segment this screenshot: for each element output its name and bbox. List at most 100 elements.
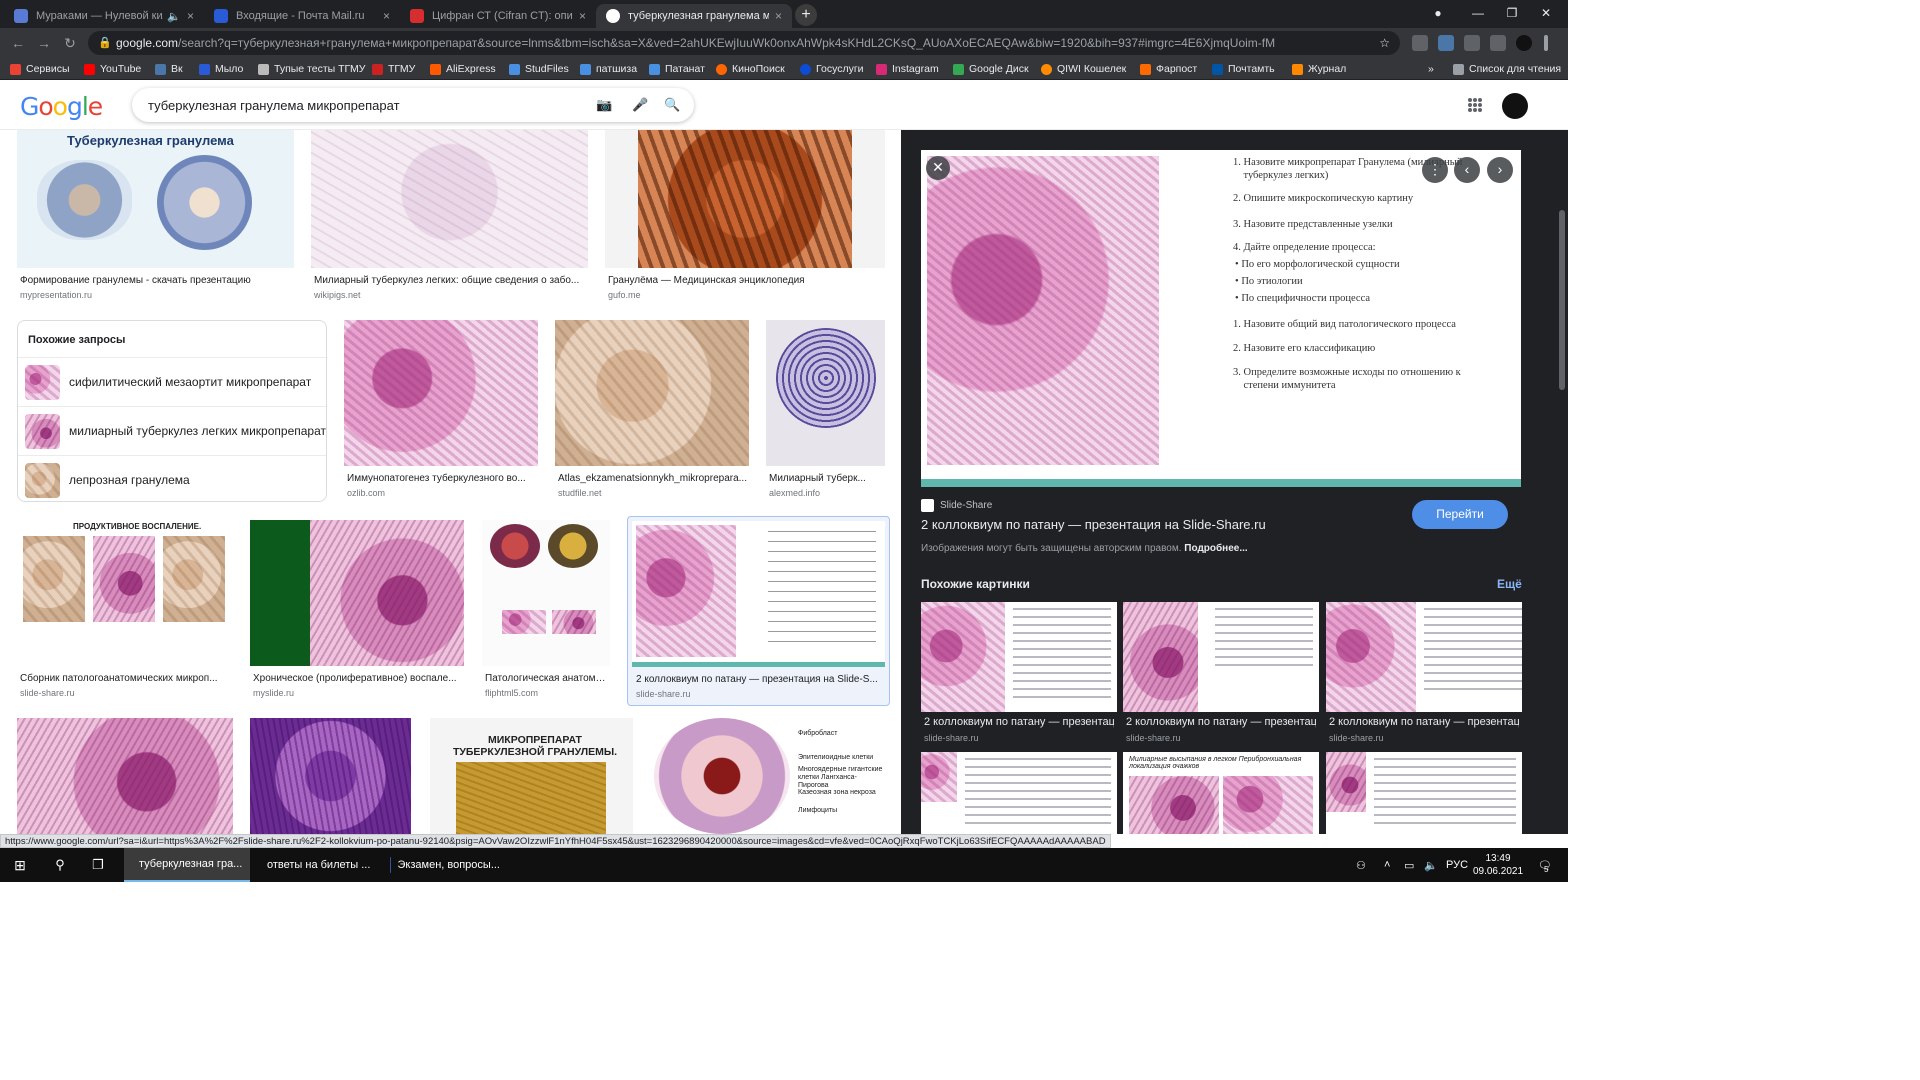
profile-icon[interactable]: ● bbox=[1418, 0, 1458, 28]
similar-thumb[interactable] bbox=[1326, 602, 1522, 712]
result-caption[interactable]: Хроническое (пролиферативное) воспале... bbox=[253, 673, 463, 684]
image-result[interactable]: Хроническое (пролиферативное) воспале...… bbox=[250, 520, 464, 702]
tab-cifran[interactable]: Цифран СТ (Cifran CT): описание × bbox=[400, 4, 596, 28]
result-caption[interactable]: Милиарный туберкулез легких: общие сведе… bbox=[314, 275, 584, 286]
bookmark-mail[interactable]: Мыло bbox=[199, 61, 243, 77]
preview-source[interactable]: Slide-Share bbox=[921, 499, 992, 512]
bookmark-services[interactable]: Сервисы bbox=[10, 61, 70, 77]
bookmark-tgmu[interactable]: ТГМУ bbox=[372, 61, 415, 77]
result-image[interactable] bbox=[250, 520, 464, 666]
close-preview-button[interactable]: ✕ bbox=[926, 156, 950, 180]
result-caption[interactable]: Патологическая анатоми... bbox=[485, 673, 609, 684]
bookmark-farpost[interactable]: Фарпост bbox=[1140, 61, 1197, 77]
result-image[interactable]: МИКРОПРЕПАРАТ ТУБЕРКУЛЕЗНОЙ ГРАНУЛЕМЫ. bbox=[430, 718, 633, 834]
preview-title-link[interactable]: 2 коллоквиум по патану — презентация на … bbox=[921, 517, 1266, 532]
image-result[interactable]: Патологическая анатоми... fliphtml5.com bbox=[482, 520, 610, 702]
bookmark-qiwi[interactable]: QIWI Кошелек bbox=[1041, 61, 1126, 77]
close-window-button[interactable]: ✕ bbox=[1526, 0, 1566, 28]
profile-avatar-icon[interactable] bbox=[1516, 35, 1532, 51]
puzzle-extension-icon[interactable] bbox=[1464, 35, 1480, 51]
bookmark-instagram[interactable]: Instagram bbox=[876, 61, 939, 77]
search-input[interactable] bbox=[148, 88, 588, 122]
google-apps-icon[interactable] bbox=[1468, 98, 1482, 112]
tab-close-icon[interactable]: × bbox=[383, 9, 390, 23]
playlist-icon[interactable] bbox=[1490, 35, 1506, 51]
search-icon[interactable]: ⚲ bbox=[50, 848, 70, 882]
bookmarks-more-button[interactable]: » bbox=[1428, 61, 1434, 77]
new-tab-button[interactable]: + bbox=[795, 4, 817, 26]
bookmark-tests[interactable]: Тупые тесты ТГМУ bbox=[258, 61, 365, 77]
related-search-label[interactable]: милиарный туберкулез легких микропрепара… bbox=[69, 424, 326, 438]
tab-close-icon[interactable]: × bbox=[775, 9, 782, 23]
taskbar-app-word-2[interactable]: Экзамен, вопросы... bbox=[382, 848, 508, 882]
result-image[interactable]: ПРОДУКТИВНОЕ ВОСПАЛЕНИЕ. bbox=[17, 520, 233, 666]
reload-button[interactable]: ↻ bbox=[60, 33, 80, 53]
result-image[interactable]: Туберкулезная гранулема bbox=[17, 130, 294, 268]
avatar[interactable] bbox=[1502, 93, 1528, 119]
shield-extension-icon[interactable] bbox=[1412, 35, 1428, 51]
result-image[interactable] bbox=[482, 520, 610, 666]
result-caption[interactable]: Иммунопатогенез туберкулезного во... bbox=[347, 473, 537, 484]
result-image[interactable]: Фибробласт Эпителиоидные клетки Многояде… bbox=[650, 718, 885, 834]
bookmark-kinopoisk[interactable]: КиноПоиск bbox=[716, 61, 785, 77]
scrollbar-thumb[interactable] bbox=[1559, 210, 1565, 390]
bookmark-pochtamt[interactable]: Почтамть bbox=[1212, 61, 1275, 77]
windows-start-icon[interactable]: ⊞ bbox=[10, 848, 30, 882]
back-button[interactable]: ← bbox=[8, 33, 28, 53]
taskbar-app-chrome[interactable]: туберкулезная гра... bbox=[124, 848, 250, 882]
result-image[interactable] bbox=[17, 718, 233, 834]
similar-caption[interactable]: 2 коллоквиум по патану — презентац... bbox=[924, 716, 1114, 728]
language-indicator[interactable]: РУС bbox=[1446, 848, 1468, 882]
tab-close-icon[interactable]: × bbox=[187, 9, 194, 23]
search-icon[interactable]: 🔍 bbox=[664, 97, 680, 113]
clock[interactable]: 13:49 09.06.2021 bbox=[1468, 852, 1528, 878]
image-result-selected[interactable]: 2 коллоквиум по патану — презентация на … bbox=[627, 516, 890, 706]
result-caption[interactable]: 2 коллоквиум по патану — презентация на … bbox=[636, 674, 886, 685]
tab-mail[interactable]: Входящие - Почта Mail.ru × bbox=[204, 4, 400, 28]
result-caption[interactable]: Милиарный туберк... bbox=[769, 473, 884, 484]
bookmark-youtube[interactable]: YouTube bbox=[84, 61, 141, 77]
visit-button[interactable]: Перейти bbox=[1412, 500, 1508, 529]
result-image[interactable] bbox=[632, 521, 885, 667]
image-result[interactable]: Туберкулезная гранулема Формирование гра… bbox=[17, 130, 294, 302]
tab-murakami[interactable]: Мураками — Нулевой кило 🔈 × bbox=[4, 4, 204, 28]
image-result[interactable]: Иммунопатогенез туберкулезного во... ozl… bbox=[344, 320, 538, 502]
page-scrollbar[interactable] bbox=[1556, 130, 1568, 834]
task-view-icon[interactable]: ❐ bbox=[88, 848, 108, 882]
learn-more-link[interactable]: Подробнее... bbox=[1184, 543, 1247, 554]
similar-thumb[interactable] bbox=[1326, 752, 1522, 834]
bookmark-google-drive[interactable]: Google Диск bbox=[953, 61, 1029, 77]
image-result[interactable]: ПРОДУКТИВНОЕ ВОСПАЛЕНИЕ. Сборник патолог… bbox=[17, 520, 233, 702]
related-search-label[interactable]: сифилитический мезаортит микропрепарат bbox=[69, 375, 311, 389]
notifications-icon[interactable]: 🗨 5 bbox=[1538, 848, 1552, 882]
bookmark-star-icon[interactable]: ☆ bbox=[1379, 31, 1390, 55]
result-caption[interactable]: Atlas_ekzamenatsionnykh_mikroprepara... bbox=[558, 473, 748, 484]
mic-icon[interactable]: 🎤 bbox=[632, 97, 648, 113]
result-image[interactable] bbox=[344, 320, 538, 466]
bookmark-patanat[interactable]: Патанат bbox=[649, 61, 705, 77]
tab-google-images[interactable]: туберкулезная гранулема микр × bbox=[596, 4, 792, 28]
related-search-label[interactable]: лепрозная гранулема bbox=[69, 473, 190, 487]
related-search-item[interactable]: милиарный туберкулез легких микропрепара… bbox=[18, 406, 326, 455]
previous-image-button[interactable]: ‹ bbox=[1454, 157, 1480, 183]
result-caption[interactable]: Гранулёма — Медицинская энциклопедия bbox=[608, 275, 878, 286]
result-image[interactable] bbox=[250, 718, 411, 834]
image-result[interactable]: Atlas_ekzamenatsionnykh_mikroprepara... … bbox=[555, 320, 749, 502]
bookmark-journal[interactable]: Журнал bbox=[1292, 61, 1346, 77]
similar-more-link[interactable]: Ещё bbox=[1497, 577, 1522, 591]
google-logo[interactable]: Google bbox=[20, 92, 103, 121]
forward-button[interactable]: → bbox=[34, 33, 54, 53]
address-bar[interactable]: 🔒 google.com/search?q=туберкулезная+гран… bbox=[88, 31, 1400, 55]
bookmark-studfiles[interactable]: StudFiles bbox=[509, 61, 569, 77]
image-result[interactable]: Гранулёма — Медицинская энциклопедия guf… bbox=[605, 130, 885, 302]
image-result[interactable] bbox=[17, 718, 233, 834]
volume-icon[interactable]: 🔈 bbox=[1424, 848, 1438, 882]
similar-caption[interactable]: 2 коллоквиум по патану — презентац... bbox=[1126, 716, 1316, 728]
network-icon[interactable]: ▭ bbox=[1404, 848, 1414, 882]
result-image[interactable] bbox=[605, 130, 885, 268]
bookmark-gosuslugi[interactable]: Госуслуги bbox=[800, 61, 864, 77]
lock-icon[interactable]: 🔒 bbox=[98, 31, 112, 55]
next-image-button[interactable]: › bbox=[1487, 157, 1513, 183]
similar-thumb[interactable]: Милиарные высыпания в легком Перибронхиа… bbox=[1123, 752, 1319, 834]
more-options-button[interactable]: ⋮ bbox=[1422, 157, 1448, 183]
